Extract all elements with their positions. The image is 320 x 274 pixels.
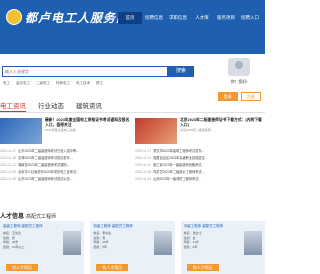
featured-title[interactable]: 最新！2023年度全国电工资格证书考试通知及报名入口，值得关注 — [45, 118, 130, 128]
list-item[interactable]: 2023-11-14 西藏自治区2023年高级职业技能鉴定... — [135, 155, 265, 162]
tab-electrician-news[interactable]: 电工资讯 — [0, 100, 26, 112]
nav-services[interactable]: 服务项目 — [214, 12, 238, 24]
list-item[interactable]: 2023-11-17 山东2023年二级建造师考试已经入选中等... — [0, 148, 130, 155]
talent-cards: 高级工程师 高配式工程师 姓名：王先生 性别：男 年龄：35岁 经验：10年以上… — [0, 221, 265, 274]
news-column-left: 最新！2023年度全国电工资格证书考试通知及报名入口，值得关注 2023年度全国… — [0, 118, 130, 183]
talent-section-title: 人才信息 高配式工程师 — [0, 214, 57, 220]
card-title: 初级工程师 高配式工程师 — [93, 224, 133, 228]
list-item[interactable]: 2023-11-09 北京市人社局发布2023年重庆电工证考试... — [0, 169, 130, 176]
hot-link[interactable]: 电工 — [3, 81, 10, 86]
news-tabs: 电工资讯 行业动态 建筑资讯 — [0, 100, 265, 113]
card-exp: 经验：5年 — [93, 244, 107, 249]
hot-link[interactable]: 高压电工 — [16, 81, 30, 86]
logo-emblem-icon — [6, 9, 22, 25]
talent-card[interactable]: 初级工程师 高配式工程师 姓名：李先生 性别：男 年龄：28岁 经验：5年 找人… — [90, 221, 175, 274]
featured-desc: 2023年度全国电工资格... — [45, 128, 79, 132]
view-resume-button[interactable]: 找人才简历 — [96, 264, 129, 271]
list-item[interactable]: 2023-11-11 浙江省2023年一级建造师资格考试... — [135, 162, 265, 169]
user-panel: 你！您好! 登录 注册 — [216, 58, 262, 101]
logo-text: 都卢电工人服务网 — [25, 10, 130, 25]
hot-links: 电工 高压电工 二级电工 特种电工 电工技术 焊工 — [3, 81, 103, 86]
featured-desc: 北京2023年二级建造师... — [180, 128, 214, 132]
list-item[interactable]: 2023-11-03 山西2023年一级消防工程师考试... — [135, 176, 265, 183]
user-greeting: 你！您好! — [230, 79, 248, 84]
talent-card[interactable]: 高级工程师 高配式工程师 姓名：王先生 性别：男 年龄：35岁 经验：10年以上… — [0, 221, 85, 274]
card-title: 高级工程师 高配式工程师 — [3, 224, 43, 228]
site-header: 都卢电工人服务网 首页 招聘信息 求职信息 人才库 服务项目 招聘入口 — [0, 0, 265, 54]
nav-home[interactable]: 首页 — [118, 12, 142, 24]
search-input[interactable] — [2, 66, 168, 77]
news-column-right: 北京2023年二级建造师证书下载方式：(内附下载入口) 北京2023年二级建造师… — [135, 118, 265, 183]
talent-card[interactable]: 中级工程师 高配式工程师 姓名：张女士 性别：女 年龄：31岁 经验：8年 找人… — [180, 221, 265, 274]
featured-image[interactable] — [135, 118, 177, 144]
main-nav: 首页 招聘信息 求职信息 人才库 服务项目 招聘入口 — [118, 12, 262, 24]
list-item[interactable]: 2023-11-17 重庆市2023年建筑工程师考试发布... — [135, 148, 265, 155]
tab-building-news[interactable]: 建筑资讯 — [76, 100, 102, 112]
view-resume-button[interactable]: 找人才简历 — [6, 264, 38, 271]
avatar — [228, 58, 250, 76]
nav-talent[interactable]: 人才库 — [190, 12, 214, 24]
card-exp: 经验：10年以上 — [3, 244, 25, 249]
hot-link[interactable]: 特种电工 — [56, 81, 70, 86]
talent-photo — [63, 231, 82, 255]
nav-recruit[interactable]: 招聘入口 — [238, 12, 262, 24]
list-item[interactable]: 2023-11-08 内蒙古2023年二级造价工程师考试... — [135, 169, 265, 176]
hot-link[interactable]: 二级电工 — [36, 81, 50, 86]
featured-image[interactable] — [0, 118, 42, 144]
list-item[interactable]: 2023-11-15 吉林2023年二级建造师考试成绩发布... — [0, 155, 130, 162]
list-item[interactable]: 2023-11-12 湖南省2023年二级建造师考试通知... — [0, 162, 130, 169]
nav-seekers[interactable]: 求职信息 — [166, 12, 190, 24]
list-item[interactable]: 2023-11-05 山东2023年二级建造师考试成绩公告... — [0, 176, 130, 183]
search-button[interactable]: 搜索 — [168, 66, 194, 77]
tab-industry-news[interactable]: 行业动态 — [38, 100, 64, 112]
view-resume-button[interactable]: 找人才简历 — [186, 264, 219, 271]
site-logo[interactable]: 都卢电工人服务网 — [6, 8, 129, 26]
talent-photo — [243, 231, 262, 255]
search-bar: 搜索 — [2, 66, 194, 77]
hot-link[interactable]: 焊工 — [96, 81, 103, 86]
talent-photo — [153, 231, 172, 255]
card-exp: 经验：8年 — [183, 244, 198, 249]
nav-jobs[interactable]: 招聘信息 — [142, 12, 166, 24]
hot-link[interactable]: 电工技术 — [76, 81, 90, 86]
featured-title[interactable]: 北京2023年二级建造师证书下载方式：(内附下载入口) — [180, 118, 265, 128]
card-title: 中级工程师 高配式工程师 — [183, 224, 224, 228]
